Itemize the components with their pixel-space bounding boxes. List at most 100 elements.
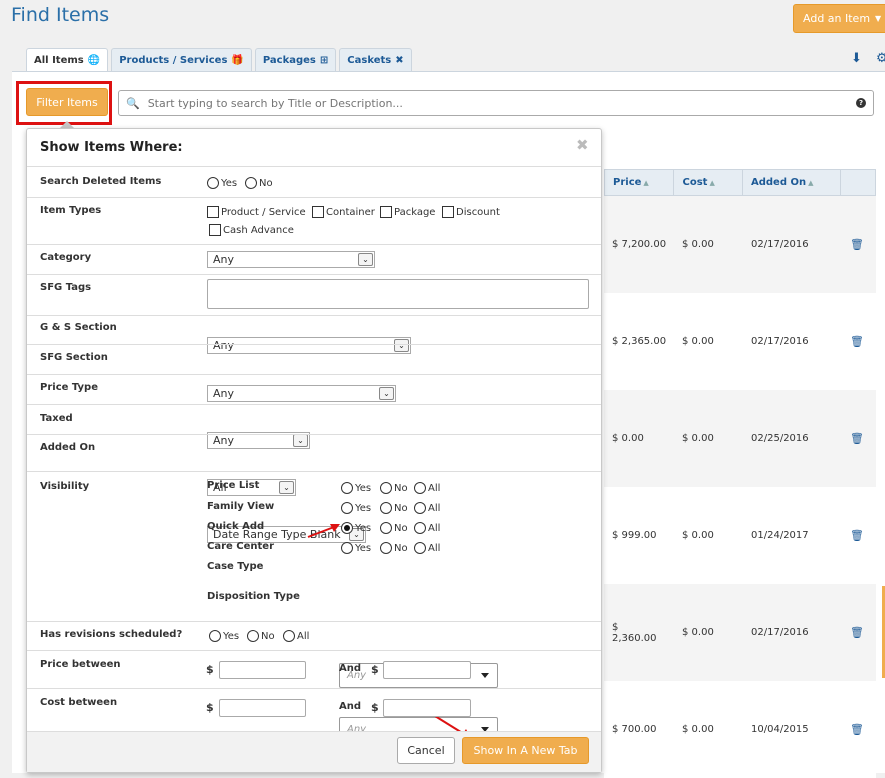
revisions-no[interactable]: No	[247, 630, 275, 642]
radio-button[interactable]	[380, 502, 392, 514]
sfg-section-label: SFG Section	[40, 352, 108, 363]
radio-button[interactable]	[414, 542, 426, 554]
family-view-all[interactable]: All	[414, 502, 440, 514]
chevron-down-icon: ⌄	[358, 253, 373, 266]
column-header-cost[interactable]: Cost ▲	[674, 170, 743, 195]
column-header-actions	[841, 170, 875, 195]
item-type-package[interactable]: Package	[380, 206, 435, 218]
items-table: Price ▲ Cost ▲ Added On ▲ $ 7,200.00 $ 0.00…	[604, 169, 876, 778]
filter-panel-title: Show Items Where:	[40, 140, 183, 155]
radio-button[interactable]	[380, 482, 392, 494]
radio-button[interactable]	[414, 522, 426, 534]
family-view-label: Family View	[207, 501, 275, 512]
family-view-no[interactable]: No	[380, 502, 408, 514]
filter-panel	[26, 128, 602, 773]
sfg-tags-label: SFG Tags	[40, 282, 92, 293]
checkbox[interactable]	[209, 224, 221, 236]
gear-icon[interactable]: ⚙	[876, 51, 885, 66]
show-in-new-tab-button[interactable]: Show In A New Tab	[462, 737, 589, 764]
cost-max-input[interactable]	[383, 699, 471, 717]
checkbox[interactable]	[312, 206, 324, 218]
trash-icon[interactable]: 🗑	[842, 584, 876, 681]
cost-between-label: Cost between	[40, 697, 118, 708]
radio-button[interactable]	[341, 502, 353, 514]
price-max-input[interactable]	[383, 661, 471, 679]
download-icon[interactable]: ⬇	[851, 51, 862, 66]
trash-icon[interactable]: 🗑	[842, 196, 876, 293]
quick-add-all[interactable]: All	[414, 522, 440, 534]
cell-price: $ 0.00	[612, 433, 644, 444]
price-list-yes[interactable]: Yes	[341, 482, 371, 494]
revisions-yes[interactable]: Yes	[209, 630, 239, 642]
column-header-added-on[interactable]: Added On ▲	[743, 170, 842, 195]
trash-icon[interactable]: 🗑	[842, 390, 876, 487]
table-row: $ 2,360.00 $ 0.00 02/17/2016 🗑	[604, 584, 876, 681]
checkbox[interactable]	[442, 206, 454, 218]
radio-button[interactable]	[414, 502, 426, 514]
cell-added-on: 02/17/2016	[751, 336, 809, 347]
cancel-button[interactable]: Cancel	[397, 737, 455, 764]
cell-price: $ 700.00	[612, 724, 657, 735]
price-list-no[interactable]: No	[380, 482, 408, 494]
care-center-label: Care Center	[207, 541, 275, 552]
radio-button[interactable]	[283, 630, 295, 642]
radio-button[interactable]	[207, 177, 219, 189]
cell-price: $ 999.00	[612, 530, 657, 541]
radio-button[interactable]	[247, 630, 259, 642]
checkbox[interactable]	[380, 206, 392, 218]
item-type-product-service[interactable]: Product / Service	[207, 206, 306, 218]
item-types-label: Item Types	[40, 205, 102, 216]
trash-icon[interactable]: 🗑	[842, 487, 876, 584]
item-type-discount[interactable]: Discount	[442, 206, 500, 218]
add-item-button[interactable]: Add an Item ▼	[793, 4, 885, 33]
panel-pointer	[60, 121, 74, 128]
price-min-input[interactable]	[219, 661, 306, 679]
cell-added-on: 01/24/2017	[751, 530, 809, 541]
chevron-down-icon: ⌄	[293, 434, 308, 447]
item-type-container[interactable]: Container	[312, 206, 375, 218]
cost-min-input[interactable]	[219, 699, 306, 717]
tab-all-items[interactable]: All Items 🌐	[26, 48, 109, 71]
help-icon[interactable]: ?	[856, 98, 866, 108]
close-icon[interactable]: ✖	[576, 136, 589, 154]
radio-button[interactable]	[245, 177, 257, 189]
sort-icon: ▲	[643, 178, 649, 187]
radio-button[interactable]	[209, 630, 221, 642]
search-deleted-yes[interactable]: Yes	[207, 177, 237, 189]
column-header-price[interactable]: Price ▲	[605, 170, 675, 195]
table-row: $ 999.00 $ 0.00 01/24/2017 🗑	[604, 487, 876, 584]
quick-add-no[interactable]: No	[380, 522, 408, 534]
divider	[27, 315, 601, 316]
tab-label: Products / Services	[119, 54, 228, 66]
item-type-cash-advance[interactable]: Cash Advance	[209, 224, 294, 236]
dollar-sign: $	[371, 701, 379, 714]
sfg-tags-input[interactable]	[207, 279, 589, 309]
globe-icon: 🌐	[87, 54, 101, 66]
revisions-all[interactable]: All	[283, 630, 309, 642]
trash-icon[interactable]: 🗑	[842, 681, 876, 778]
checkbox[interactable]	[207, 206, 219, 218]
tab-products-services[interactable]: Products / Services 🎁	[111, 48, 252, 71]
trash-icon[interactable]: 🗑	[842, 293, 876, 390]
price-list-all[interactable]: All	[414, 482, 440, 494]
tab-packages[interactable]: Packages ⊞	[254, 48, 337, 71]
radio-button[interactable]	[341, 482, 353, 494]
disposition-type-label: Disposition Type	[207, 591, 300, 602]
tab-caskets[interactable]: Caskets ✖	[339, 48, 412, 71]
care-center-all[interactable]: All	[414, 542, 440, 554]
care-center-no[interactable]: No	[380, 542, 408, 554]
gs-section-select[interactable]: Any ⌄	[207, 337, 411, 354]
page-title: Find Items	[11, 4, 110, 26]
annotation-arrow	[307, 524, 340, 538]
sfg-section-select[interactable]: Any ⌄	[207, 385, 396, 402]
search-deleted-no[interactable]: No	[245, 177, 273, 189]
family-view-yes[interactable]: Yes	[341, 502, 371, 514]
dollar-sign: $	[206, 701, 214, 714]
cell-cost: $ 0.00	[682, 724, 714, 735]
radio-button[interactable]	[414, 482, 426, 494]
radio-button[interactable]	[380, 542, 392, 554]
filter-items-button[interactable]: Filter Items	[26, 88, 108, 116]
search-input[interactable]	[145, 95, 850, 111]
radio-button[interactable]	[380, 522, 392, 534]
category-select[interactable]: Any ⌄	[207, 251, 375, 268]
